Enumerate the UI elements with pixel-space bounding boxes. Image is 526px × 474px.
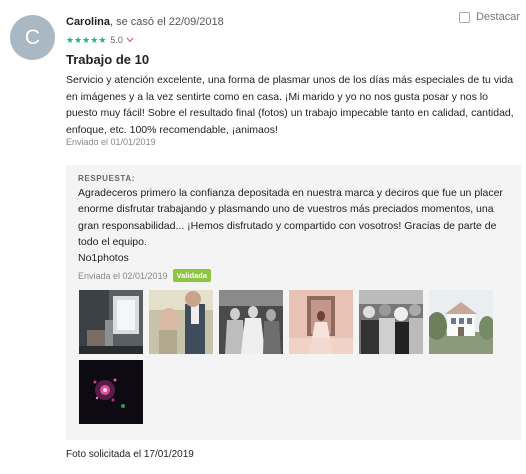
feature-checkbox[interactable]: [458, 11, 470, 23]
review-sent-date: Enviado el 01/01/2019: [66, 137, 156, 147]
response-sent: Enviada el 02/01/2019 Validada: [78, 269, 212, 282]
response-sent-date: Enviada el 02/01/2019: [78, 270, 168, 281]
gallery-photo-4[interactable]: [289, 290, 353, 354]
response-signature: No1photos: [78, 252, 129, 265]
rating-stars: ★ ★ ★ ★ ★: [66, 34, 107, 45]
gallery-photo-6[interactable]: [429, 290, 493, 354]
photo-requested-date: Foto solicitada el 17/01/2019: [66, 449, 194, 460]
reviewer-name[interactable]: Carolina: [66, 16, 110, 28]
star-icon: ★: [74, 34, 83, 45]
wedding-date: , se casó el 22/09/2018: [110, 16, 224, 28]
response-text: Agradeceros primero la confianza deposit…: [78, 185, 503, 266]
response-body: Agradeceros primero la confianza deposit…: [78, 187, 503, 248]
avatar: C: [10, 15, 55, 60]
gallery-photo-1[interactable]: [79, 290, 143, 354]
avatar-letter: C: [24, 25, 41, 49]
reviewer-header: Carolina, se casó el 22/09/2018: [66, 16, 224, 28]
gallery-photo-5[interactable]: [359, 290, 423, 354]
response-section: RESPUESTA: Agradeceros primero la confia…: [66, 165, 521, 440]
rating-value: 5.0: [110, 35, 123, 45]
chevron-down-icon[interactable]: [126, 36, 134, 45]
response-label: RESPUESTA:: [78, 174, 135, 183]
review-text: Servicio y atención excelente, una forma…: [66, 74, 514, 136]
gallery-photo-3[interactable]: [219, 290, 283, 354]
star-icon: ★: [66, 34, 75, 45]
gallery-photo-7[interactable]: [79, 360, 143, 424]
feature-label: Destacar: [475, 11, 520, 23]
rating[interactable]: ★ ★ ★ ★ ★ 5.0: [66, 35, 134, 45]
star-icon: ★: [98, 34, 107, 45]
gallery-photo-2[interactable]: [149, 290, 213, 354]
star-icon: ★: [82, 34, 91, 45]
feature-toggle[interactable]: Destacar: [458, 11, 520, 23]
star-icon: ★: [90, 34, 99, 45]
review-title: Trabajo de 10: [66, 52, 150, 67]
status-badge: Validada: [172, 269, 212, 282]
